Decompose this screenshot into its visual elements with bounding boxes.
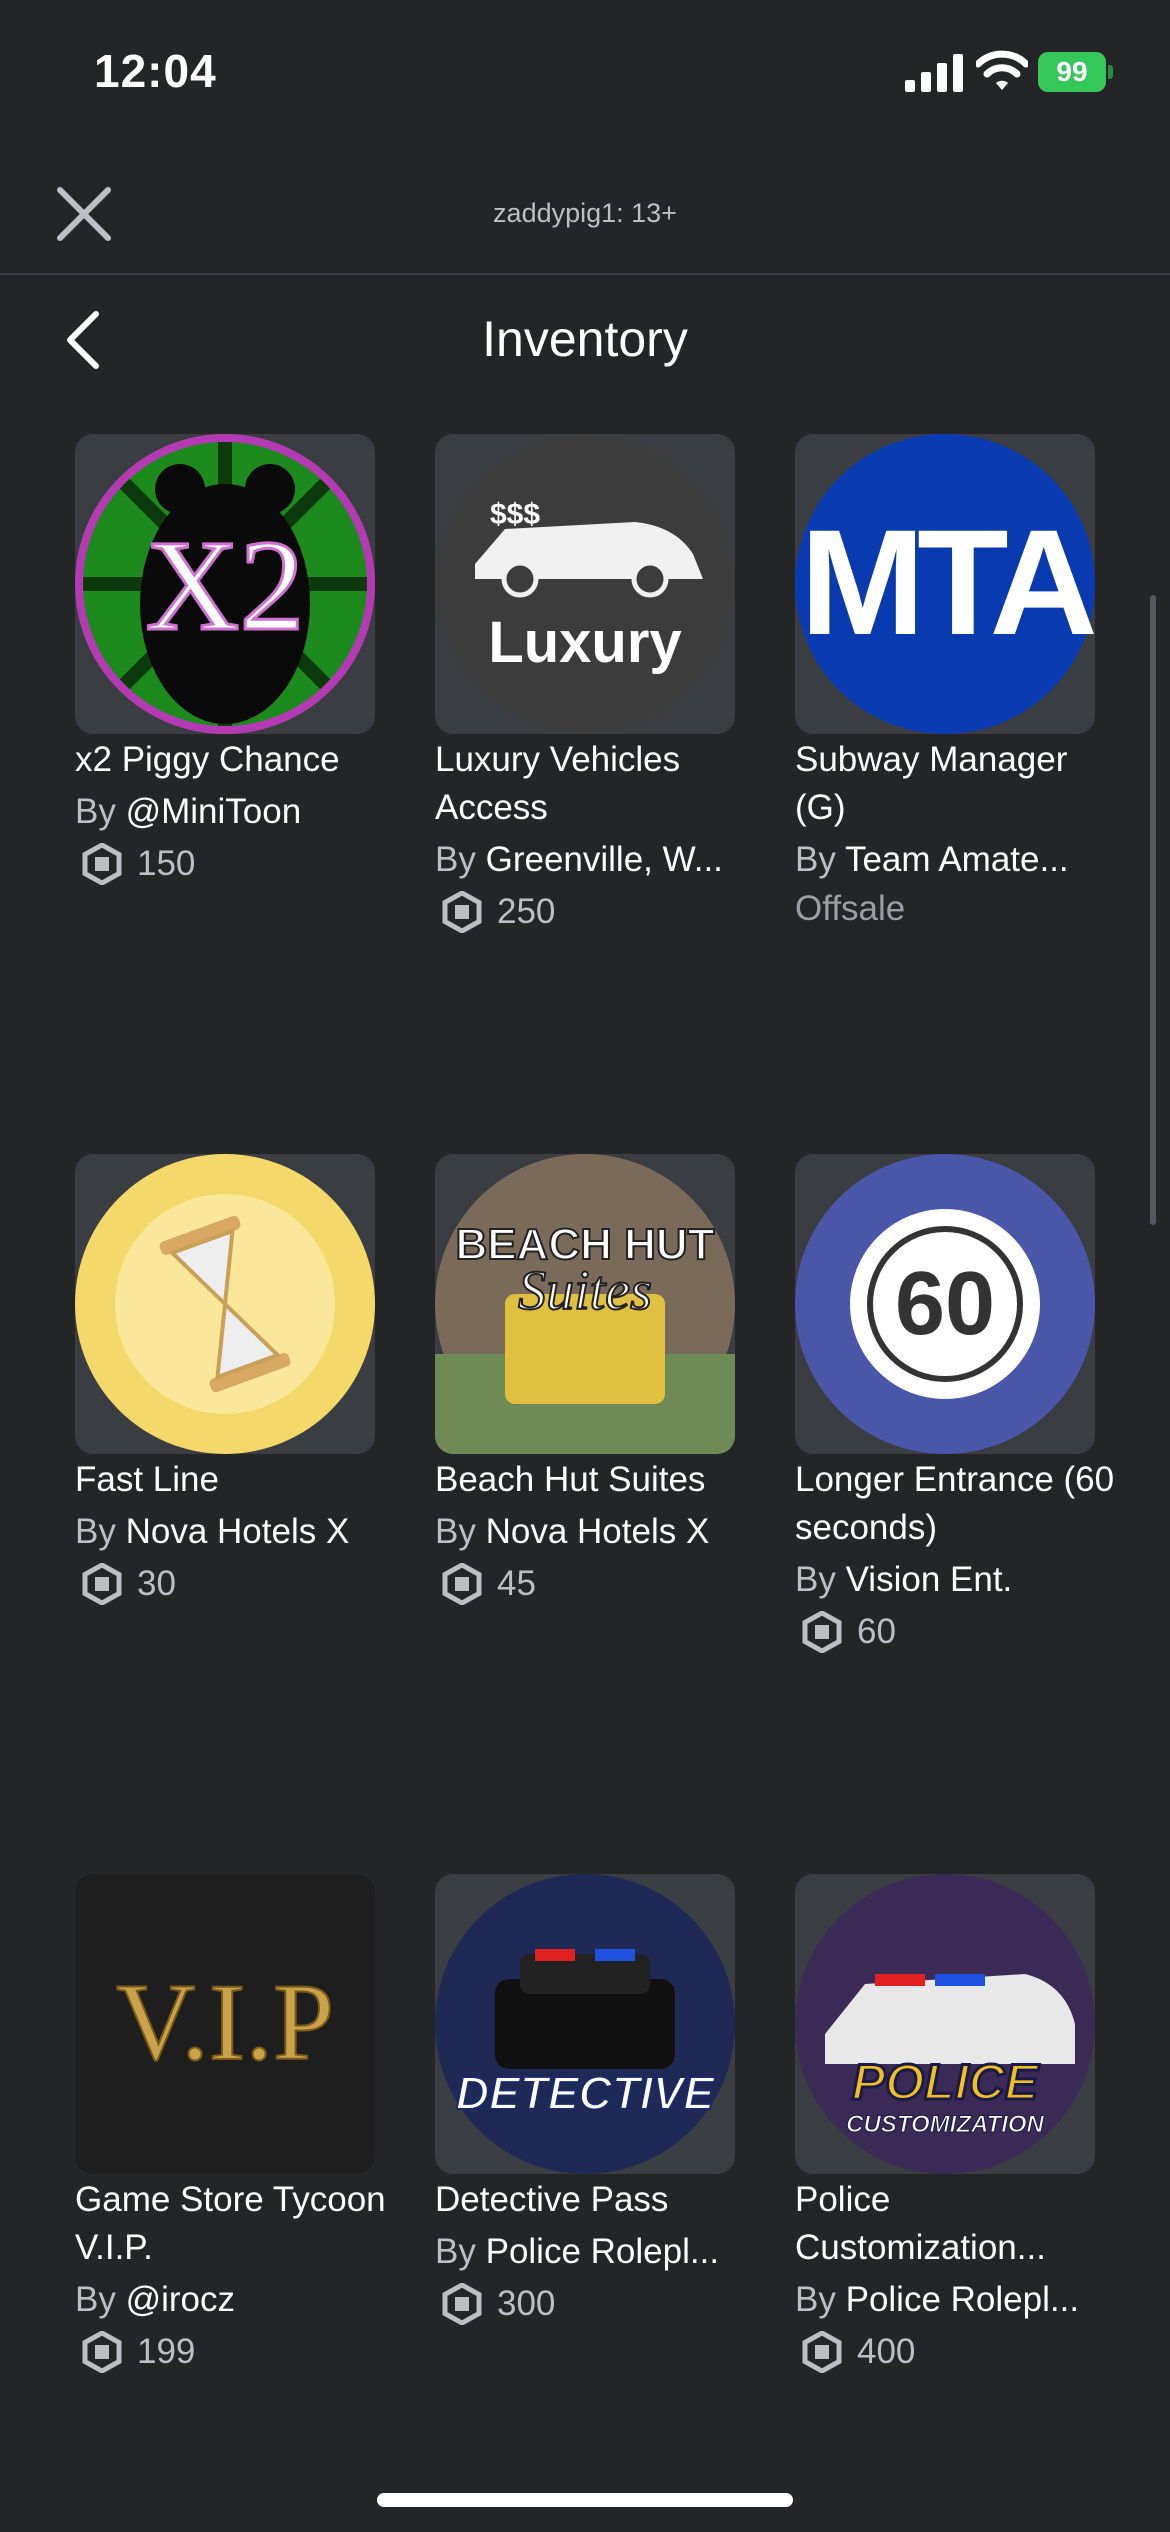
item-thumbnail: X2 xyxy=(75,434,375,734)
item-thumbnail: POLICE CUSTOMIZATION xyxy=(795,1874,1095,2174)
item-creator: By Greenville, W... xyxy=(435,840,723,879)
item-creator: By Vision Ent. xyxy=(795,1560,1013,1599)
thumb-sub-label: $$$ xyxy=(490,498,540,531)
item-thumbnail: MTA xyxy=(795,434,1095,734)
item-name: Longer Entrance (60 seconds) xyxy=(795,1460,1115,1547)
thumb-label: DETECTIVE xyxy=(456,2067,715,2119)
item-price: 150 xyxy=(81,839,195,889)
thumb-label: Luxury xyxy=(488,610,681,675)
item-thumbnail: DETECTIVE xyxy=(435,1874,735,2174)
wifi-icon xyxy=(976,50,1028,90)
item-creator: By Team Amate... xyxy=(795,840,1069,879)
item-name: Detective Pass xyxy=(435,2180,669,2219)
item-creator: By @irocz xyxy=(75,2280,236,2319)
robux-icon xyxy=(442,2283,482,2325)
item-thumbnail: $$$ Luxury xyxy=(435,434,735,734)
thumb-label: MTA xyxy=(800,498,1094,666)
robux-icon xyxy=(802,2331,842,2373)
item-name: Game Store Tycoon V.I.P. xyxy=(75,2180,386,2267)
item-creator: By Police Rolepl... xyxy=(795,2280,1080,2319)
cellular-signal-icon xyxy=(905,54,963,92)
item-price: 45 xyxy=(441,1559,536,1609)
item-price: 60 xyxy=(801,1607,896,1657)
item-thumbnail: BEACH HUT Suites xyxy=(435,1154,735,1454)
status-bar: 12:04 99 xyxy=(0,0,1170,140)
robux-icon xyxy=(802,1611,842,1653)
item-price: 199 xyxy=(81,2327,195,2377)
item-creator: By Police Rolepl... xyxy=(435,2232,720,2271)
item-thumbnail xyxy=(75,1154,375,1454)
robux-icon xyxy=(442,1563,482,1605)
nav-bar: Inventory xyxy=(0,290,1170,390)
robux-icon xyxy=(442,891,482,933)
item-name: x2 Piggy Chance xyxy=(75,740,340,779)
item-price: 400 xyxy=(801,2327,915,2377)
item-name: Beach Hut Suites xyxy=(435,1460,706,1499)
item-creator: By @MiniToon xyxy=(75,792,302,831)
thumb-label: X2 xyxy=(146,514,305,658)
page-title: Inventory xyxy=(482,311,688,367)
home-indicator[interactable] xyxy=(377,2493,793,2507)
item-thumbnail: 60 xyxy=(795,1154,1095,1454)
robux-icon xyxy=(82,1563,122,1605)
offsale-label: Offsale xyxy=(795,889,906,928)
item-price: 300 xyxy=(441,2279,555,2329)
thumb-sub-label: Suites xyxy=(518,1260,652,1322)
item-price: 250 xyxy=(441,887,555,937)
thumb-label: POLICE xyxy=(852,2054,1040,2110)
item-price: 30 xyxy=(81,1559,176,1609)
item-name: Luxury Vehicles Access xyxy=(435,740,681,827)
battery-icon: 99 xyxy=(1038,52,1114,92)
status-time: 12:04 xyxy=(94,45,217,97)
item-thumbnail: V.I.P xyxy=(75,1874,375,2174)
user-title: zaddypig1: 13+ xyxy=(493,198,677,228)
thumb-label: 60 xyxy=(895,1254,995,1354)
thumb-sub-label: CUSTOMIZATION xyxy=(846,2111,1044,2138)
item-creator: By Nova Hotels X xyxy=(435,1512,710,1551)
item-name: Police Customization... xyxy=(795,2180,1046,2267)
item-name: Fast Line xyxy=(75,1460,219,1499)
item-name: Subway Manager (G) xyxy=(795,740,1068,827)
scrollbar[interactable] xyxy=(1150,595,1156,1225)
battery-level: 99 xyxy=(1056,56,1088,87)
item-creator: By Nova Hotels X xyxy=(75,1512,350,1551)
robux-icon xyxy=(82,2331,122,2373)
robux-icon xyxy=(82,843,122,885)
top-bar: zaddypig1: 13+ xyxy=(0,140,1170,275)
thumb-label: V.I.P xyxy=(116,1961,334,2083)
